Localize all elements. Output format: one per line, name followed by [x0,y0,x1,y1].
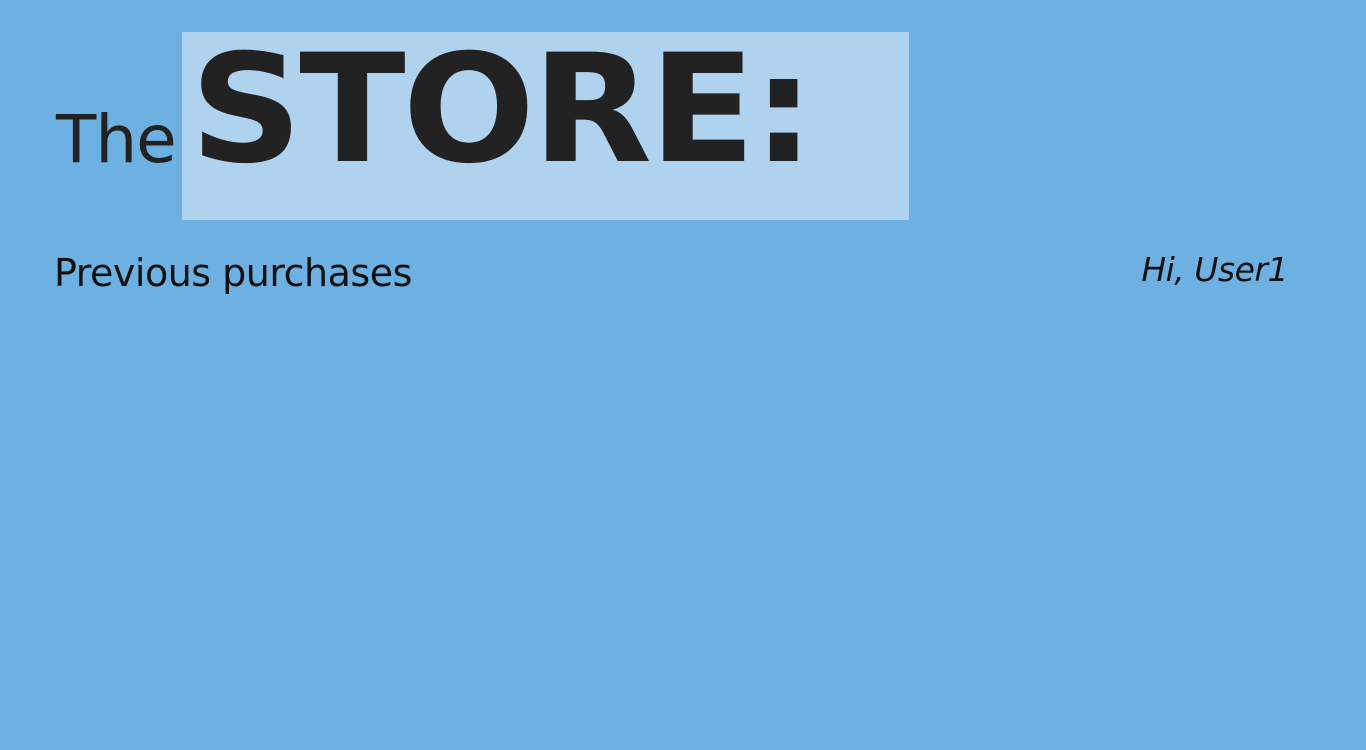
logo-prefix: The [56,101,177,178]
logo-title: STORE: [190,23,815,197]
previous-purchases-link[interactable]: Previous purchases [54,250,412,296]
store-logo: The STORE: [0,0,1366,230]
user-greeting: Hi, User1 [1141,250,1288,289]
